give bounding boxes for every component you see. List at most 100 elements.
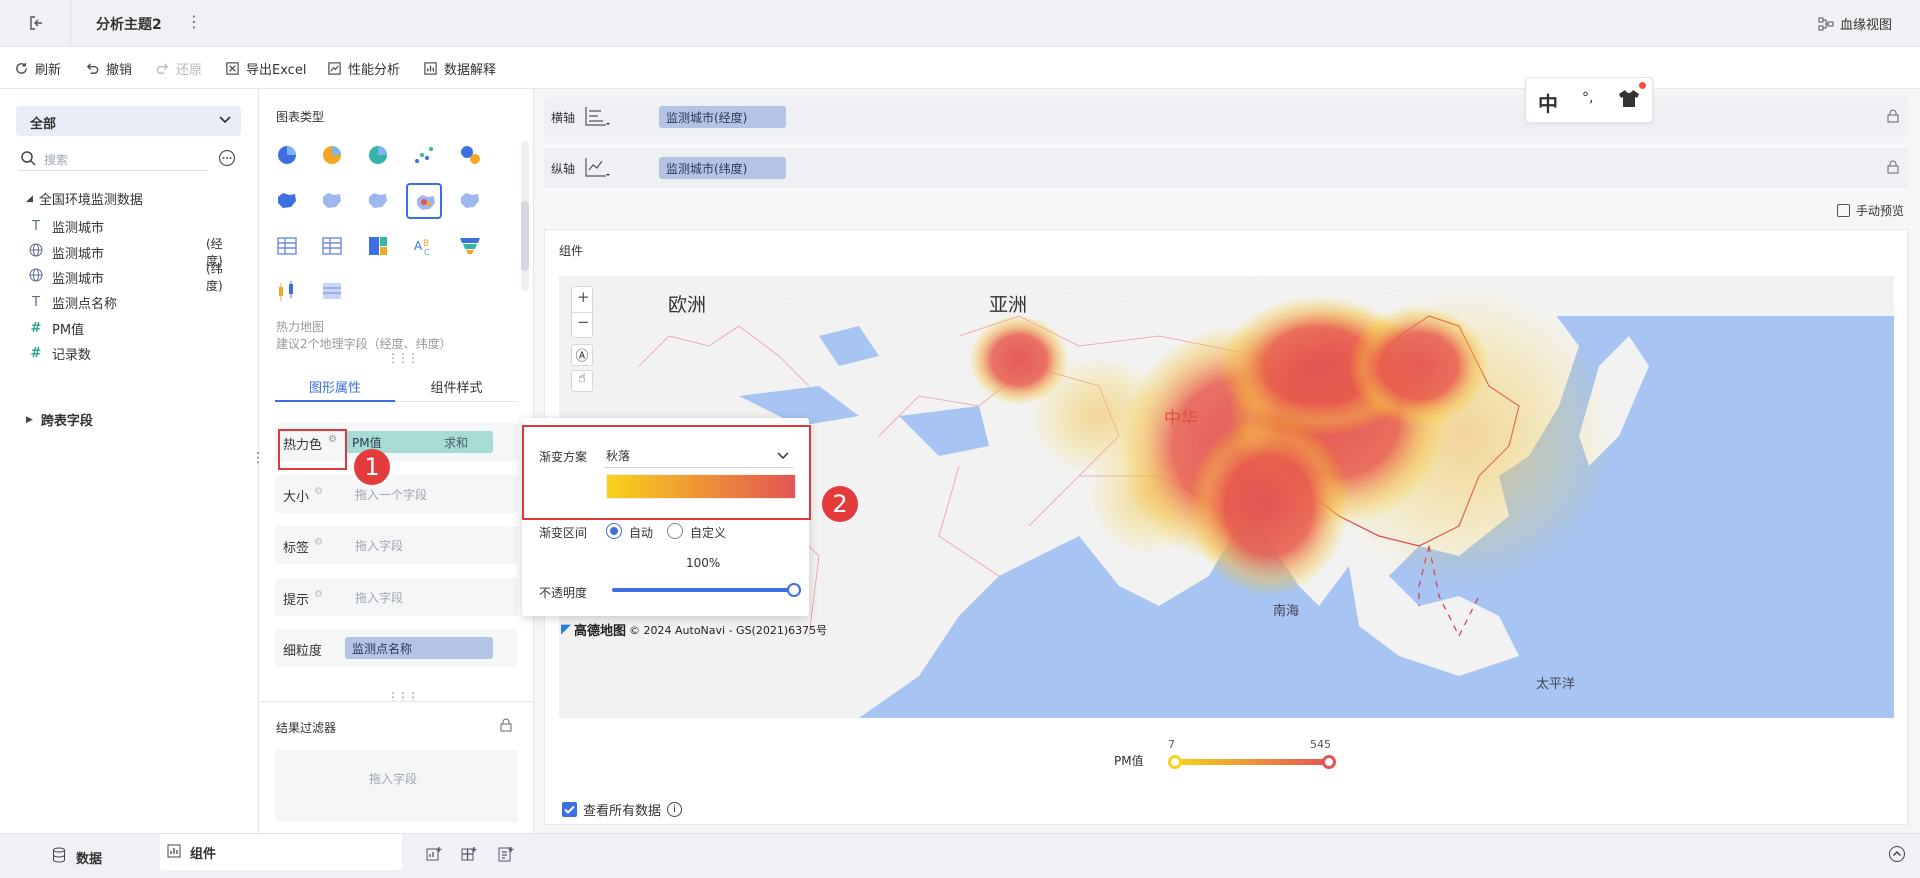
field-item[interactable]: # 记录数: [28, 343, 238, 363]
checkbox-icon[interactable]: [1837, 204, 1850, 217]
kline-chart-icon[interactable]: [273, 277, 301, 305]
opacity-slider-handle[interactable]: [787, 583, 801, 597]
more-icon[interactable]: ⋮: [186, 12, 202, 31]
dataset-node[interactable]: ◢ 全国环境监测数据: [26, 189, 143, 208]
scatter-chart-icon[interactable]: [410, 141, 438, 169]
tooltip-row[interactable]: 提示 ⚙ 拖入字段: [275, 578, 518, 616]
hand-pan-icon[interactable]: ☝: [571, 370, 593, 392]
filter-drop-zone[interactable]: 拖入字段: [275, 750, 518, 822]
field-item[interactable]: # PM值: [28, 318, 238, 338]
legend-min-handle[interactable]: [1168, 755, 1182, 769]
y-axis-row[interactable]: 纵轴 监测城市(纬度): [544, 148, 1908, 188]
x-axis-field-pill[interactable]: 监测城市(经度): [659, 106, 786, 128]
bubble-chart-icon[interactable]: [456, 141, 484, 169]
chart-hint-desc: 建议2个地理字段（经度、纬度）: [276, 337, 452, 351]
pie-chart-icon[interactable]: [273, 141, 301, 169]
axis-chart-icon[interactable]: [584, 156, 610, 182]
chevron-down-icon: [218, 112, 232, 130]
gear-icon: ⚙: [314, 589, 323, 600]
field-item[interactable]: T 监测城市: [28, 216, 238, 236]
checkbox-checked-icon[interactable]: [562, 802, 577, 817]
exit-icon[interactable]: [28, 14, 46, 36]
tab-component-style[interactable]: 组件样式: [395, 368, 518, 402]
radio-custom[interactable]: [667, 523, 683, 539]
text-type-icon: T: [32, 218, 40, 234]
more-options-icon[interactable]: [218, 149, 236, 171]
field-item[interactable]: 监测城市 (经度): [28, 237, 238, 268]
ime-mode[interactable]: 中: [1538, 88, 1558, 117]
area-map-icon[interactable]: [364, 187, 392, 215]
zoom-in-button[interactable]: +: [577, 288, 590, 306]
zoom-out-button[interactable]: −: [577, 313, 590, 331]
component-title: 组件: [559, 244, 584, 258]
word-cloud-icon[interactable]: ABC: [410, 232, 438, 260]
x-axis-row[interactable]: 横轴 监测城市(经度): [544, 97, 1908, 137]
point-map-icon[interactable]: [318, 187, 346, 215]
field-item[interactable]: 监测城市 (纬度): [28, 262, 238, 293]
undo-button[interactable]: 撤销: [85, 59, 132, 78]
collapse-icon[interactable]: [1888, 845, 1906, 867]
scope-select[interactable]: 全部: [16, 106, 241, 136]
axis-chart-icon[interactable]: [584, 105, 610, 131]
skin-icon[interactable]: [1618, 88, 1640, 112]
data-tab[interactable]: 数据: [52, 847, 102, 867]
data-explain-button[interactable]: 数据解释: [423, 59, 496, 78]
ring-chart-icon[interactable]: [364, 141, 392, 169]
funnel-chart-icon[interactable]: [456, 232, 484, 260]
granularity-row[interactable]: 细粒度 监测点名称: [275, 629, 518, 667]
top-bar: 分析主题2 ⋮ 血缘视图: [0, 0, 1920, 47]
chart-hint-name: 热力地图: [276, 320, 325, 334]
scrollbar[interactable]: [521, 141, 529, 291]
search-icon: [20, 150, 36, 170]
database-icon: [52, 847, 66, 867]
legend-max-handle[interactable]: [1322, 755, 1336, 769]
refresh-button[interactable]: 刷新: [14, 59, 61, 78]
lineage-view-button[interactable]: 血缘视图: [1818, 14, 1892, 33]
resize-handle[interactable]: ⋮⋮⋮: [387, 351, 419, 365]
granularity-field-pill[interactable]: 监测点名称: [345, 637, 493, 659]
lock-icon[interactable]: [1886, 160, 1900, 178]
add-report-icon[interactable]: [497, 845, 515, 867]
legend-title: PM值: [1114, 754, 1144, 768]
search-input[interactable]: 搜索: [18, 147, 208, 171]
field-name: 监测城市: [52, 271, 105, 287]
cross-table-fields[interactable]: ▶ 跨表字段: [26, 410, 93, 429]
field-name: PM值: [52, 322, 85, 338]
treemap-icon[interactable]: [364, 232, 392, 260]
add-component-icon[interactable]: [425, 845, 443, 867]
map-label-asia: 亚洲: [989, 294, 1028, 316]
china-map-icon[interactable]: [273, 187, 301, 215]
draw-select-icon[interactable]: Ⓐ: [571, 344, 593, 366]
heat-map-icon[interactable]: [406, 183, 442, 219]
lock-icon[interactable]: [1886, 109, 1900, 127]
y-axis-field-pill[interactable]: 监测城市(纬度): [659, 157, 786, 179]
component-tab[interactable]: 组件: [160, 834, 402, 870]
radio-auto[interactable]: [606, 523, 622, 539]
map-label-china: 中华: [1164, 409, 1198, 429]
lock-icon[interactable]: [499, 718, 513, 736]
pivot-table-icon[interactable]: [318, 232, 346, 260]
range-chart-icon[interactable]: [318, 277, 346, 305]
punctuation-icon[interactable]: °,: [1582, 90, 1593, 106]
table-icon[interactable]: [273, 232, 301, 260]
ime-toolbar[interactable]: 中 °,: [1525, 77, 1653, 123]
performance-analysis-button[interactable]: 性能分析: [327, 59, 400, 78]
size-row[interactable]: 大小 ⚙ 拖入一个字段: [275, 475, 518, 513]
field-panel: 全部 搜索 ◢ 全国环境监测数据 T 监测城市 监测城市 (经度) 监测城市 (纬度) T 监…: [0, 89, 276, 833]
map-attribution: ◤ 高德地图 © 2024 AutoNavi - GS(2021)6375号: [561, 622, 828, 639]
export-excel-button[interactable]: 导出Excel: [225, 59, 306, 78]
redo-button[interactable]: 还原: [155, 59, 202, 78]
tab-graphic-attributes[interactable]: 图形属性: [275, 368, 395, 402]
manual-preview-checkbox[interactable]: 手动预览: [1837, 202, 1904, 219]
page-title: 分析主题2: [96, 17, 162, 33]
field-item[interactable]: T 监测点名称: [28, 292, 238, 312]
flow-map-icon[interactable]: [456, 187, 484, 215]
opacity-slider[interactable]: [612, 588, 794, 592]
view-all-data-checkbox[interactable]: 查看所有数据 i: [562, 800, 683, 819]
add-dashboard-icon[interactable]: [460, 845, 478, 867]
label-row[interactable]: 标签 ⚙ 拖入字段: [275, 526, 518, 564]
svg-text:C: C: [424, 248, 430, 257]
donut-chart-icon[interactable]: [318, 141, 346, 169]
opacity-slider-fill: [612, 588, 794, 592]
info-icon[interactable]: i: [667, 802, 683, 817]
